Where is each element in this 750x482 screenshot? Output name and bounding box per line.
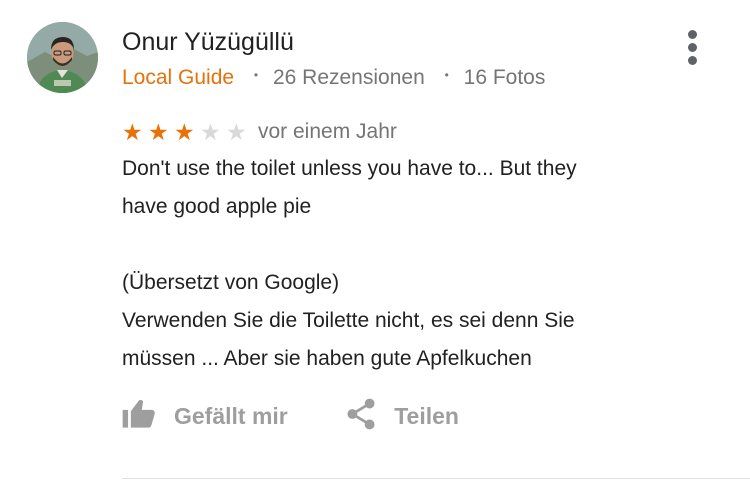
review-translated-line: Verwenden Sie die Toilette nicht, es sei… [122,309,575,332]
review-original-line: Don't use the toilet unless you have to.… [122,157,577,180]
review-text: Don't use the toilet unless you have to.… [122,150,722,378]
more-vert-icon [688,43,697,52]
photos-count: 16 Fotos [463,66,546,89]
star-icon: ★ [200,119,221,145]
thumb-up-icon [122,399,156,434]
meta-separator: • [444,68,449,82]
share-icon [346,398,376,435]
reviews-count: 26 Rezensionen [272,66,425,89]
rating-row: ★ ★ ★ ★ ★ vor einem Jahr [122,116,397,148]
divider [122,478,750,479]
star-rating: ★ ★ ★ ★ ★ [122,116,252,145]
like-label: Gefällt mir [174,403,288,429]
review-original-line: have good apple pie [122,195,312,218]
like-button[interactable]: Gefällt mir [122,393,288,439]
local-guide-badge: Local Guide [122,66,235,89]
review-translated-line: müssen ... Aber sie haben gute Apfelkuch… [122,347,532,370]
meta-separator: • [253,68,259,82]
review-date: vor einem Jahr [258,120,397,143]
star-icon: ★ [122,119,143,145]
avatar[interactable] [27,22,98,93]
avatar-image [27,22,98,93]
author-meta: Local Guide • 26 Rezensionen • 16 Fotos [122,60,545,93]
share-button[interactable]: Teilen [346,393,459,439]
star-icon: ★ [148,119,169,145]
translation-label: (Übersetzt von Google) [122,271,340,294]
review-actions: Gefällt mir Teilen [122,393,459,439]
share-label: Teilen [394,403,459,429]
star-icon: ★ [174,119,195,145]
more-options-button[interactable] [680,28,706,68]
more-vert-icon [688,30,697,39]
author-name[interactable]: Onur Yüzügüllü [122,26,294,58]
star-icon: ★ [226,119,247,145]
more-vert-icon [688,56,697,65]
